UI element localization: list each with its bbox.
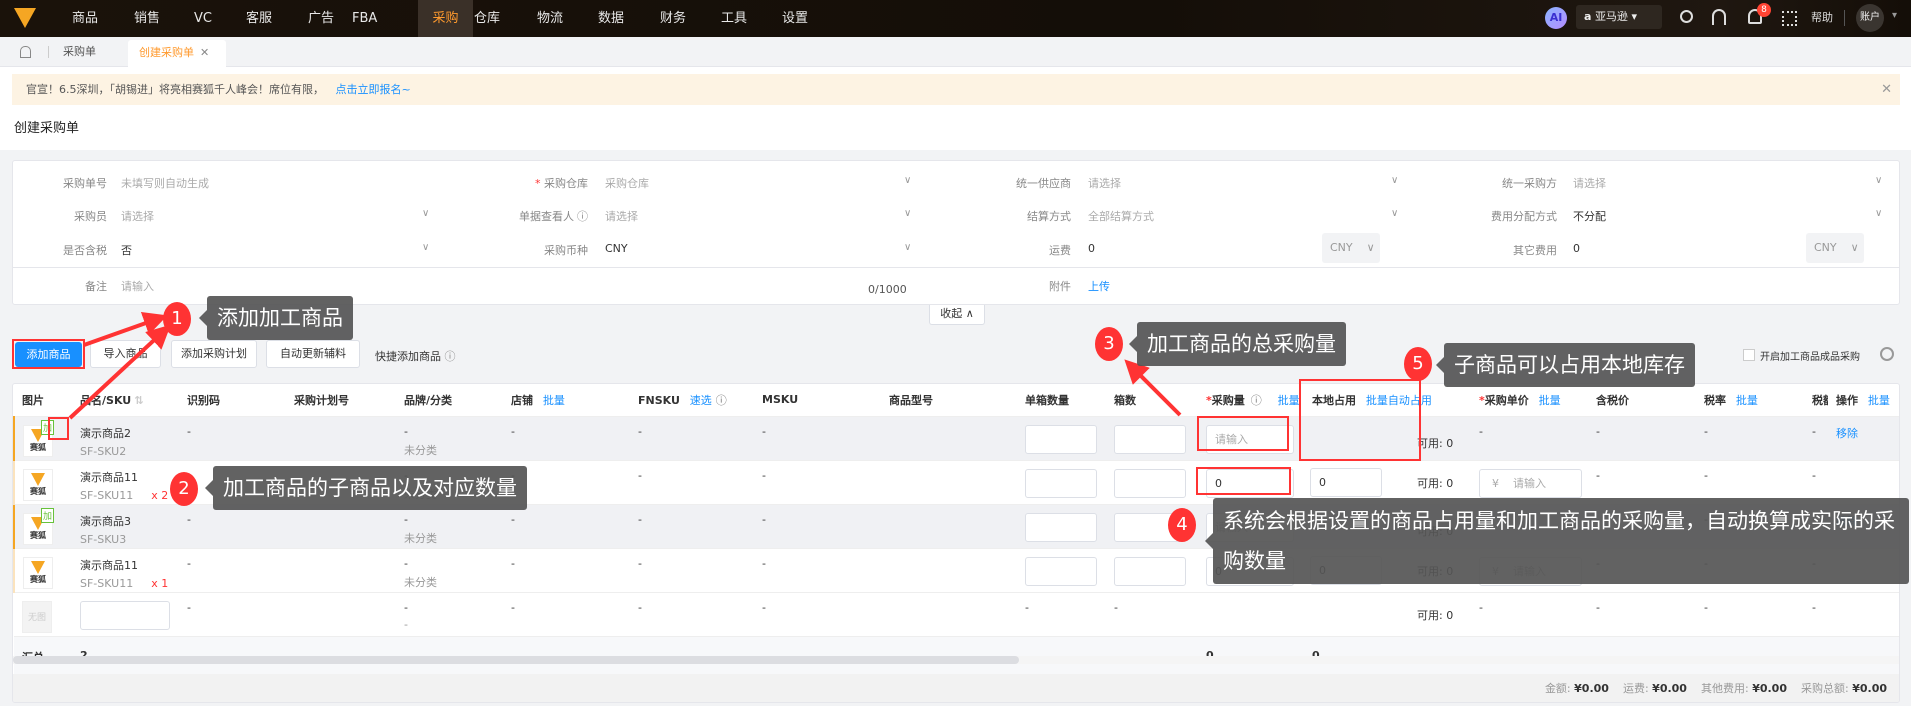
annotation-number-2: 2 [170,472,198,506]
highlight-local-occupy [1299,379,1421,461]
annotation-tip-3: 加工商品的总采购量 [1129,322,1346,366]
annotation-number-1: 1 [163,302,191,336]
highlight-processed-tag [48,417,69,440]
annotation-number-5: 5 [1404,347,1432,381]
annotation-tip-1: 添加加工商品 [199,296,353,340]
highlight-qty-child [1196,467,1291,495]
annotation-number-4: 4 [1168,508,1196,542]
highlight-add-product [12,339,85,369]
arrow-3 [1124,359,1182,417]
annotation-tip-2: 加工商品的子商品以及对应数量 [205,466,527,510]
annotation-number-3: 3 [1095,327,1123,361]
arrow-1a [83,312,168,347]
highlight-qty-parent [1197,416,1289,451]
annotation-tip-5: 子商品可以占用本地库存 [1436,343,1695,387]
annotation-tip-4: 系统会根据设置的商品占用量和加工商品的采购量，自动换算成实际的采购数量 [1205,498,1909,584]
